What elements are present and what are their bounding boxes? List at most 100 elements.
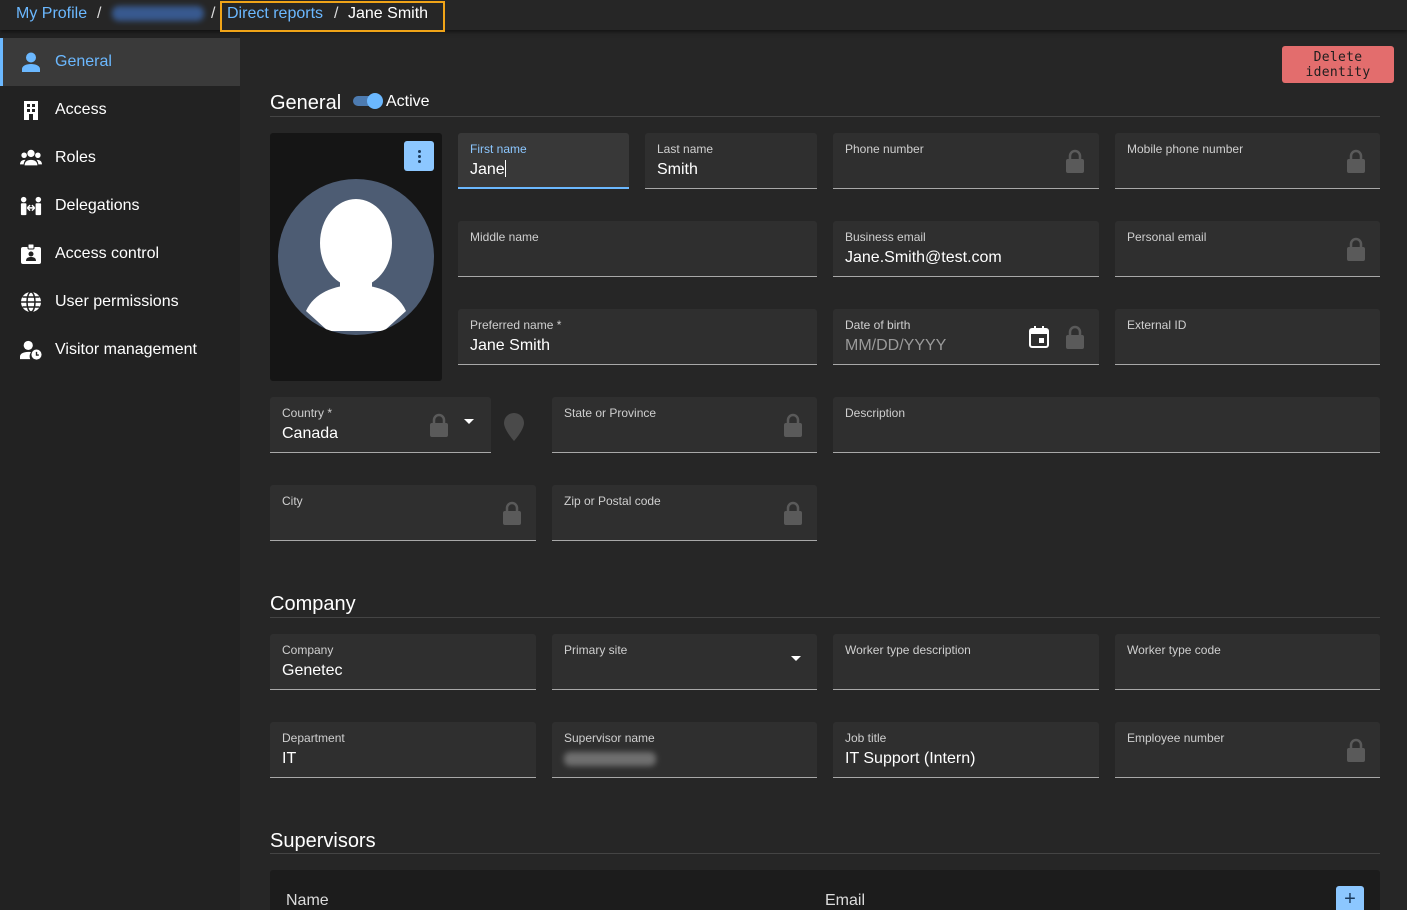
job-title-label: Job title bbox=[845, 731, 887, 745]
globe-icon bbox=[21, 291, 41, 313]
first-name-value: Jane bbox=[470, 161, 505, 178]
active-toggle-label: Active bbox=[386, 93, 430, 110]
last-name-label: Last name bbox=[657, 142, 714, 156]
description-label: Description bbox=[845, 406, 906, 420]
lock-icon bbox=[1066, 149, 1084, 173]
phone-number-field[interactable]: Phone number bbox=[833, 133, 1099, 189]
photo-menu-button[interactable] bbox=[404, 141, 434, 171]
country-label: Country * bbox=[282, 406, 333, 420]
chevron-down-icon[interactable] bbox=[464, 419, 474, 424]
worker-type-code-label: Worker type code bbox=[1127, 643, 1221, 657]
zip-postal-label: Zip or Postal code bbox=[564, 494, 661, 508]
general-divider bbox=[270, 116, 1380, 117]
supervisors-section-title: Supervisors bbox=[270, 830, 376, 852]
delegation-icon bbox=[20, 196, 42, 216]
city-field[interactable]: City bbox=[270, 485, 536, 541]
breadcrumb-current: Jane Smith bbox=[348, 5, 429, 22]
date-of-birth-placeholder: MM/DD/YYYY bbox=[845, 337, 947, 354]
mobile-phone-label: Mobile phone number bbox=[1127, 142, 1244, 156]
supervisor-name-field[interactable]: Supervisor name bbox=[552, 722, 817, 778]
worker-type-description-field[interactable]: Worker type description bbox=[833, 634, 1099, 690]
sidebar-item-access[interactable]: Access bbox=[0, 86, 240, 134]
company-divider bbox=[270, 617, 1380, 618]
zip-postal-field[interactable]: Zip or Postal code bbox=[552, 485, 817, 541]
supervisors-divider bbox=[270, 853, 1380, 854]
lock-icon bbox=[503, 501, 521, 525]
primary-site-label: Primary site bbox=[564, 643, 628, 657]
column-header-email[interactable]: Email bbox=[825, 892, 865, 910]
preferred-name-label: Preferred name * bbox=[470, 318, 562, 332]
personal-email-field[interactable]: Personal email bbox=[1115, 221, 1380, 277]
last-name-value: Smith bbox=[657, 161, 698, 178]
department-value: IT bbox=[282, 750, 297, 767]
calendar-icon[interactable] bbox=[1029, 326, 1049, 348]
chevron-down-icon[interactable] bbox=[791, 656, 801, 661]
state-province-label: State or Province bbox=[564, 406, 657, 420]
sidebar-item-label: Access control bbox=[55, 245, 160, 262]
state-province-field[interactable]: State or Province bbox=[552, 397, 817, 453]
person-clock-icon bbox=[20, 340, 42, 360]
breadcrumb-separator: / bbox=[211, 5, 216, 22]
breadcrumb-direct-reports[interactable]: Direct reports bbox=[227, 5, 323, 23]
date-of-birth-field[interactable]: Date of birth MM/DD/YYYY bbox=[833, 309, 1099, 365]
column-header-name[interactable]: Name bbox=[286, 892, 329, 910]
personal-email-label: Personal email bbox=[1127, 230, 1207, 244]
sidebar-item-roles[interactable]: Roles bbox=[0, 134, 240, 182]
first-name-field[interactable]: First name Jane bbox=[458, 133, 629, 189]
external-id-label: External ID bbox=[1127, 318, 1187, 332]
business-email-field[interactable]: Business email Jane.Smith@test.com bbox=[833, 221, 1099, 277]
delete-identity-button[interactable]: Delete identity bbox=[1282, 46, 1394, 83]
mobile-phone-field[interactable]: Mobile phone number bbox=[1115, 133, 1380, 189]
general-section-title: General bbox=[270, 92, 342, 114]
sidebar-item-visitor-management[interactable]: Visitor management bbox=[0, 326, 240, 374]
worker-type-description-label: Worker type description bbox=[845, 643, 971, 657]
sidebar-item-label: Access bbox=[55, 101, 107, 118]
job-title-field[interactable]: Job title IT Support (Intern) bbox=[833, 722, 1099, 778]
sidebar-item-general[interactable]: General bbox=[0, 38, 240, 86]
add-supervisor-button[interactable]: + bbox=[1336, 886, 1364, 910]
middle-name-label: Middle name bbox=[470, 230, 539, 244]
employee-number-field[interactable]: Employee number bbox=[1115, 722, 1380, 778]
last-name-field[interactable]: Last name Smith bbox=[645, 133, 817, 189]
lock-icon bbox=[784, 413, 802, 437]
middle-name-field[interactable]: Middle name bbox=[458, 221, 817, 277]
lock-icon bbox=[784, 501, 802, 525]
sidebar-item-user-permissions[interactable]: User permissions bbox=[0, 278, 240, 326]
map-pin-icon[interactable] bbox=[502, 412, 526, 442]
company-label: Company bbox=[282, 643, 334, 657]
country-value: Canada bbox=[282, 425, 339, 442]
primary-site-select[interactable]: Primary site bbox=[552, 634, 817, 690]
breadcrumb-separator: / bbox=[334, 5, 339, 22]
company-section-title: Company bbox=[270, 593, 356, 615]
first-name-label: First name bbox=[470, 142, 527, 156]
person-icon bbox=[22, 52, 40, 72]
phone-number-label: Phone number bbox=[845, 142, 924, 156]
supervisor-name-redacted bbox=[564, 752, 656, 766]
lock-icon bbox=[430, 413, 448, 437]
supervisors-table: Name Email bbox=[270, 870, 1380, 910]
worker-type-code-field[interactable]: Worker type code bbox=[1115, 634, 1380, 690]
company-field[interactable]: Company Genetec bbox=[270, 634, 536, 690]
department-field[interactable]: Department IT bbox=[270, 722, 536, 778]
lock-icon bbox=[1347, 149, 1365, 173]
sidebar-item-delegations[interactable]: Delegations bbox=[0, 182, 240, 230]
breadcrumb: My Profile / / Direct reports / Jane Smi… bbox=[0, 0, 1407, 32]
badge-icon bbox=[21, 243, 41, 264]
building-icon bbox=[24, 101, 38, 120]
supervisor-name-label: Supervisor name bbox=[564, 731, 655, 745]
sidebar-item-label: Delegations bbox=[55, 197, 140, 214]
external-id-field[interactable]: External ID bbox=[1115, 309, 1380, 365]
active-toggle[interactable] bbox=[353, 93, 383, 109]
breadcrumb-my-profile[interactable]: My Profile bbox=[16, 5, 87, 23]
business-email-label: Business email bbox=[845, 230, 926, 244]
lock-icon bbox=[1066, 325, 1084, 349]
description-field[interactable]: Description bbox=[833, 397, 1380, 453]
sidebar-item-access-control[interactable]: Access control bbox=[0, 230, 240, 278]
sidebar-item-label: Roles bbox=[55, 149, 96, 166]
date-of-birth-label: Date of birth bbox=[845, 318, 911, 332]
country-select[interactable]: Country * Canada bbox=[270, 397, 491, 453]
sidebar-item-label: Visitor management bbox=[55, 341, 197, 358]
preferred-name-field[interactable]: Preferred name * Jane Smith bbox=[458, 309, 817, 365]
group-icon bbox=[20, 149, 42, 166]
breadcrumb-redacted-name[interactable] bbox=[112, 6, 204, 21]
